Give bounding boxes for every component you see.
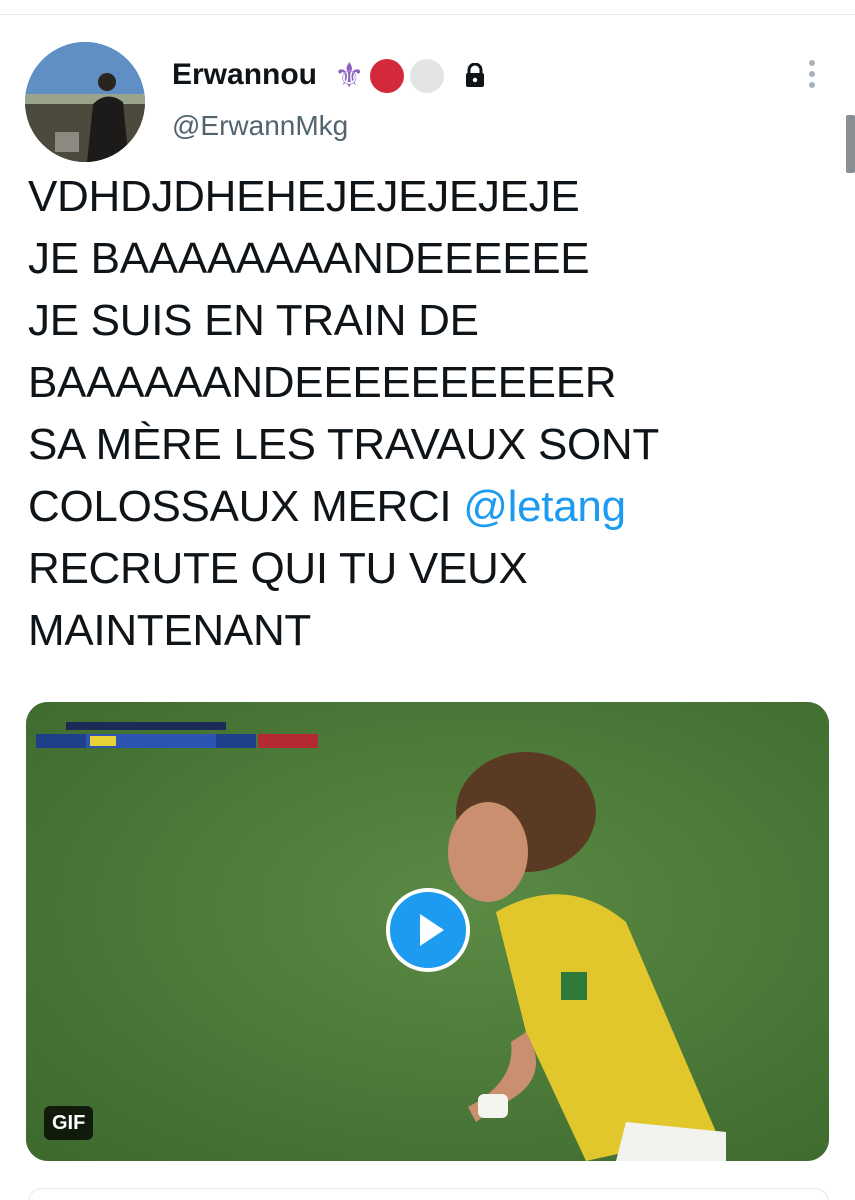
- tweet-line: RECRUTE QUI TU VEUX: [28, 544, 528, 593]
- lock-icon: [466, 63, 485, 87]
- tweet-line: JE BAAAAAAAANDEEEEEE: [28, 234, 590, 283]
- user-badges: ⚜: [334, 56, 486, 96]
- tweet-line: VDHDJDHEHEJEJEJEJEJE: [28, 172, 580, 221]
- more-options-icon[interactable]: [802, 60, 822, 96]
- avatar[interactable]: [25, 42, 145, 162]
- white-circle-icon: [410, 59, 445, 93]
- mention-link[interactable]: @letang: [463, 482, 626, 531]
- tweet-text: VDHDJDHEHEJEJEJEJEJE JE BAAAAAAAANDEEEEE…: [28, 166, 828, 662]
- red-circle-icon: [370, 59, 405, 93]
- tweet-line: SA MÈRE LES TRAVAUX SONT: [28, 420, 659, 469]
- display-name[interactable]: Erwannou: [172, 58, 317, 92]
- tweet-line: BAAAAAANDEEEEEEEEEER: [28, 358, 617, 407]
- scrollbar[interactable]: [846, 115, 855, 173]
- tweet-line-with-mention: COLOSSAUX MERCI @letang: [28, 476, 828, 538]
- next-card-edge: [28, 1188, 829, 1200]
- gif-badge: GIF: [44, 1106, 94, 1140]
- play-icon: [420, 914, 444, 946]
- user-handle[interactable]: @ErwannMkg: [172, 110, 348, 142]
- tweet-line: JE SUIS EN TRAIN DE: [28, 296, 479, 345]
- top-divider: [0, 14, 855, 15]
- fleur-de-lis-icon: ⚜: [334, 56, 365, 96]
- play-button[interactable]: [386, 888, 470, 972]
- tweet-line: MAINTENANT: [28, 606, 312, 655]
- tweet-line-text: COLOSSAUX MERCI: [28, 482, 464, 531]
